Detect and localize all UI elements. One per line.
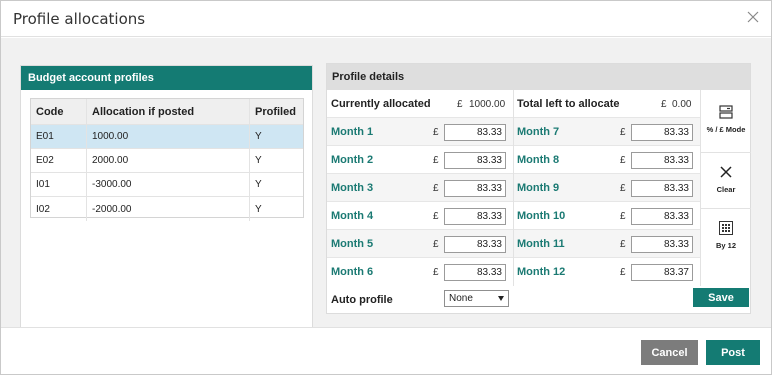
month-label: Month 9	[517, 182, 560, 194]
post-button[interactable]: Post	[706, 340, 760, 365]
column-divider	[513, 90, 514, 286]
table-row[interactable]: I01 -3000.00 Y	[31, 173, 303, 197]
row-code: E01	[36, 131, 54, 142]
month-label: Month 10	[517, 210, 566, 222]
row-profiled: Y	[249, 125, 303, 148]
month-label: Month 5	[331, 238, 374, 250]
month-label: Month 7	[517, 126, 560, 138]
month-amount-input[interactable]: 83.33	[631, 152, 693, 169]
budget-profiles-header: Budget account profiles	[21, 66, 312, 90]
month-label: Month 12	[517, 266, 566, 278]
column-header-code[interactable]: Code	[31, 99, 86, 124]
row-profiled: Y	[249, 197, 303, 221]
currency-symbol: £	[620, 126, 626, 138]
mode-toggle-icon	[719, 105, 733, 119]
month-label: Month 8	[517, 154, 560, 166]
budget-profiles-table: Code Allocation if posted Profiled E01 1…	[30, 98, 304, 221]
currency-symbol: £	[433, 154, 439, 166]
month-label: Month 1	[331, 126, 374, 138]
dialog-titlebar: Profile allocations	[1, 1, 771, 37]
month-amount-input[interactable]: 83.37	[631, 264, 693, 281]
row-profiled: Y	[249, 173, 303, 196]
currency-symbol: £	[620, 182, 626, 194]
profile-details-header: Profile details	[327, 64, 750, 90]
month-amount-input[interactable]: 83.33	[631, 208, 693, 225]
month-label: Month 11	[517, 238, 565, 250]
dialog-footer: Cancel Post	[1, 327, 771, 374]
row-allocation: -2000.00	[86, 197, 249, 221]
profile-allocations-dialog: Profile allocations Budget account profi…	[0, 0, 772, 375]
clear-button[interactable]: Clear	[701, 164, 751, 194]
month-amount-input[interactable]: 83.33	[444, 180, 506, 197]
dialog-title: Profile allocations	[13, 10, 146, 28]
table-row[interactable]: E02 2000.00 Y	[31, 149, 303, 173]
currency-symbol: £	[433, 266, 439, 278]
currency-symbol: £	[620, 266, 626, 278]
row-code: I01	[36, 179, 50, 190]
month-label: Month 4	[331, 210, 374, 222]
currently-allocated-label: Currently allocated	[331, 98, 431, 110]
save-button[interactable]: Save	[693, 288, 749, 307]
clear-icon	[720, 166, 732, 178]
currency-symbol: £	[433, 126, 439, 138]
close-icon[interactable]	[745, 9, 761, 25]
currency-symbol: £	[433, 210, 439, 222]
tool-divider	[701, 208, 751, 209]
column-header-allocation[interactable]: Allocation if posted	[86, 99, 249, 124]
table-row[interactable]: E01 1000.00 Y	[31, 125, 303, 149]
row-allocation: -3000.00	[86, 173, 249, 196]
month-amount-input[interactable]: 83.33	[444, 264, 506, 281]
row-code: I02	[36, 203, 50, 215]
currently-allocated-value: 1000.00	[469, 98, 506, 110]
by12-label: By 12	[715, 241, 736, 250]
auto-profile-value: None	[449, 293, 473, 304]
table-header-row: Code Allocation if posted Profiled	[31, 99, 303, 125]
month-label: Month 3	[331, 182, 374, 194]
clear-label: Clear	[716, 185, 736, 194]
auto-profile-select[interactable]: None	[444, 290, 509, 307]
month-amount-input[interactable]: 83.33	[631, 180, 693, 197]
month-amount-input[interactable]: 83.33	[631, 124, 693, 141]
chevron-down-icon	[498, 296, 504, 301]
by12-button[interactable]: By 12	[701, 220, 751, 250]
cancel-button[interactable]: Cancel	[641, 340, 698, 365]
mode-toggle-button[interactable]: % / £ Mode	[701, 104, 751, 134]
row-profiled: Y	[249, 149, 303, 172]
budget-profiles-panel: Budget account profiles Code Allocation …	[20, 65, 313, 329]
dialog-body: Budget account profiles Code Allocation …	[1, 38, 771, 329]
auto-profile-label: Auto profile	[331, 294, 393, 306]
currency-symbol: £	[620, 238, 626, 250]
row-allocation: 1000.00	[86, 125, 249, 148]
total-left-currency: £	[661, 98, 667, 110]
profile-tools: % / £ Mode Clear By 12	[700, 90, 751, 286]
mode-toggle-label: % / £ Mode	[706, 125, 746, 134]
currency-symbol: £	[620, 210, 626, 222]
profile-details-panel: Profile details Currently allocated £ 10…	[326, 63, 751, 314]
month-amount-input[interactable]: 83.33	[444, 208, 506, 225]
total-left-label: Total left to allocate	[517, 98, 620, 110]
auto-profile-row: Auto profile None Save	[327, 286, 750, 314]
month-amount-input[interactable]: 83.33	[444, 152, 506, 169]
table-row[interactable]: I02 -2000.00 Y	[31, 197, 303, 221]
currently-allocated-currency: £	[457, 98, 463, 110]
month-label: Month 6	[331, 266, 374, 278]
month-label: Month 2	[331, 154, 374, 166]
total-left-value: 0.00	[672, 98, 692, 110]
grid-icon	[719, 221, 733, 235]
currency-symbol: £	[433, 238, 439, 250]
currency-symbol: £	[433, 182, 439, 194]
month-amount-input[interactable]: 83.33	[444, 124, 506, 141]
row-allocation: 2000.00	[86, 149, 249, 172]
month-amount-input[interactable]: 83.33	[631, 236, 693, 253]
month-amount-input[interactable]: 83.33	[444, 236, 506, 253]
row-code: E02	[36, 155, 54, 166]
currency-symbol: £	[620, 154, 626, 166]
column-header-profiled[interactable]: Profiled	[249, 99, 303, 124]
tool-divider	[701, 152, 751, 153]
